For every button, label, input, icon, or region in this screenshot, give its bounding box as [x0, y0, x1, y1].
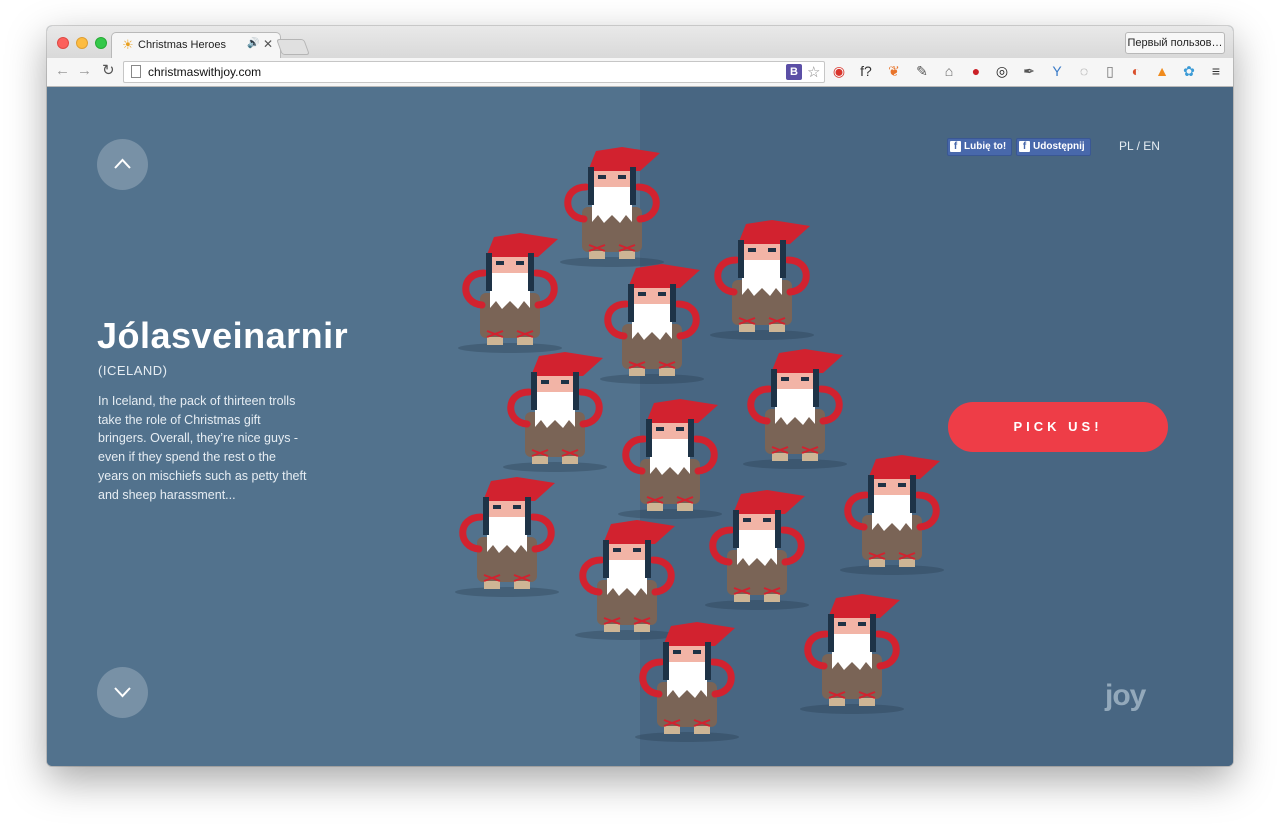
pick-us-button[interactable]: PICK US!: [948, 402, 1168, 452]
zoom-window-button[interactable]: [95, 37, 107, 49]
troll-figure: [458, 233, 562, 353]
font-icon[interactable]: f?: [857, 62, 875, 80]
facebook-share-button[interactable]: f Udostępnij: [1016, 138, 1091, 156]
page-title: Jólasveinarnir: [97, 315, 349, 356]
like-label: Lubię to!: [964, 141, 1007, 152]
opera-icon[interactable]: ◉: [830, 62, 848, 80]
b-extension-icon[interactable]: B: [786, 64, 802, 80]
troll-figure: [705, 490, 809, 610]
troll-figure: [840, 455, 944, 575]
scroll-up-button[interactable]: [97, 139, 148, 190]
sun-icon: ☀: [122, 37, 134, 52]
flower-icon[interactable]: ✿: [1180, 62, 1198, 80]
lens-icon[interactable]: ◎: [993, 62, 1011, 80]
page-content: Jólasveinarnir (ICELAND) In Iceland, the…: [47, 87, 1233, 766]
y-icon[interactable]: Y: [1048, 62, 1066, 80]
language-switcher: PL / EN: [1119, 139, 1160, 153]
page-icon: [131, 65, 141, 78]
minimize-window-button[interactable]: [76, 37, 88, 49]
chart-icon[interactable]: ▲: [1153, 62, 1171, 80]
eyedropper-icon[interactable]: ✒: [1020, 62, 1038, 80]
page-subtitle: (ICELAND): [98, 363, 168, 378]
page-description: In Iceland, the pack of thirteen trolls …: [98, 394, 307, 502]
share-label: Udostępnij: [1033, 141, 1085, 152]
lang-pl[interactable]: PL: [1119, 139, 1133, 153]
evernote-icon[interactable]: ✎: [913, 62, 931, 80]
troll-figure: [455, 477, 559, 597]
bookmark-star-icon[interactable]: ☆: [807, 63, 820, 81]
timer-icon[interactable]: ◐: [1127, 62, 1145, 80]
troll-figure: [710, 220, 814, 340]
facebook-like-button[interactable]: f Lubię to!: [947, 138, 1013, 156]
url-text[interactable]: christmaswithjoy.com: [148, 65, 261, 79]
facebook-icon: f: [1019, 141, 1030, 152]
back-arrow-icon[interactable]: ←: [55, 63, 70, 79]
menu-icon[interactable]: ≡: [1207, 62, 1225, 80]
troll-figure: [800, 594, 904, 714]
address-bar[interactable]: christmaswithjoy.com B ☆: [123, 61, 825, 83]
chevron-down-icon: [114, 687, 131, 698]
browser-toolbar: ← → ↻ christmaswithjoy.com B ☆ ◉ f? ❦ ✎ ⌂ ● ◎ ✒…: [47, 58, 1233, 87]
troll-figure: [600, 264, 704, 384]
browser-window: ☀ Christmas Heroes 🔊 ✕ Первый пользов… ←…: [47, 26, 1233, 766]
tab-strip: ☀ Christmas Heroes 🔊 ✕ Первый пользов…: [47, 26, 1233, 58]
chevron-up-icon: [114, 158, 131, 169]
reader-icon[interactable]: ▯: [1101, 62, 1119, 80]
tab-title: Christmas Heroes: [138, 39, 227, 51]
lang-en[interactable]: EN: [1143, 139, 1160, 153]
speaker-icon[interactable]: 🔊: [247, 38, 259, 49]
tab-christmas-heroes[interactable]: ☀ Christmas Heroes 🔊 ✕: [111, 32, 281, 58]
close-window-button[interactable]: [57, 37, 69, 49]
troll-figure: [743, 349, 847, 469]
new-tab-button[interactable]: [276, 39, 310, 55]
scroll-down-button[interactable]: [97, 667, 148, 718]
lang-separator: /: [1133, 139, 1144, 153]
close-icon[interactable]: ✕: [263, 37, 273, 51]
spinner-icon[interactable]: ◌: [1075, 62, 1093, 80]
troll-figure: [575, 520, 679, 640]
reload-icon[interactable]: ↻: [102, 63, 115, 79]
forward-arrow-icon[interactable]: →: [77, 63, 92, 79]
troll-figure: [503, 352, 607, 472]
troll-figure: [560, 147, 664, 267]
pinterest-icon[interactable]: ●: [967, 62, 985, 80]
pocket-icon[interactable]: ⌂: [940, 62, 958, 80]
facebook-icon: f: [950, 141, 961, 152]
joy-logo: joy: [1105, 679, 1146, 712]
troll-figure: [618, 399, 722, 519]
troll-figure: [635, 622, 739, 742]
profile-button[interactable]: Первый пользов…: [1125, 32, 1225, 54]
fox-icon[interactable]: ❦: [885, 62, 903, 80]
